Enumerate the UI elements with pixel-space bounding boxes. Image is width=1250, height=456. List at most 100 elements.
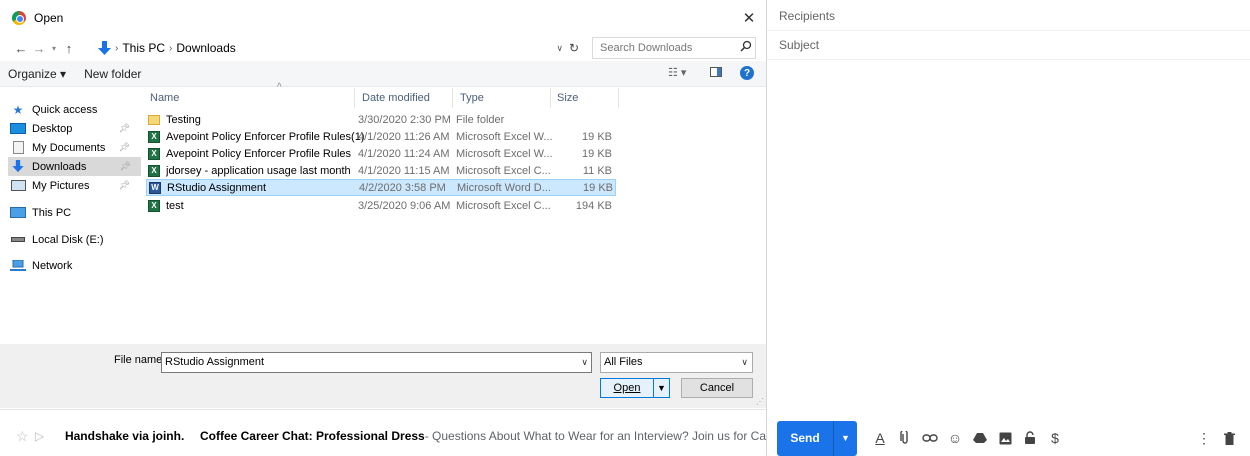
sidebar-item-label: Quick access bbox=[32, 103, 98, 116]
excel-file-icon: X bbox=[148, 130, 160, 143]
file-name: test bbox=[166, 199, 184, 212]
chevron-down-icon[interactable]: ∨ bbox=[581, 353, 588, 372]
help-icon[interactable]: ? bbox=[740, 66, 754, 80]
column-separator[interactable] bbox=[354, 88, 355, 108]
file-row[interactable]: X Avepoint Policy Enforcer Profile Rules… bbox=[146, 128, 616, 145]
drive-icon[interactable] bbox=[969, 427, 991, 449]
file-row-testing[interactable]: Testing 3/30/2020 2:30 PM File folder bbox=[146, 111, 616, 128]
file-row[interactable]: X jdorsey - application usage last month… bbox=[146, 162, 616, 179]
sidebar-item-quick-access[interactable]: ★ Quick access bbox=[10, 100, 140, 119]
pin-icon[interactable]: 📌︎ bbox=[119, 180, 130, 191]
sidebar-item-my-documents[interactable]: My Documents 📌︎ bbox=[10, 138, 140, 157]
compose-panel: Recipients Subject Send ▼ A ☺ $ ⋮ bbox=[766, 0, 1250, 456]
file-row[interactable]: X test 3/25/2020 9:06 AM Microsoft Excel… bbox=[146, 197, 616, 214]
file-row[interactable]: X Avepoint Policy Enforcer Profile Rules… bbox=[146, 145, 616, 162]
address-bar[interactable]: › This PC › Downloads ∨ ↻ bbox=[94, 37, 586, 59]
forward-arrow-icon[interactable]: → bbox=[30, 41, 48, 56]
file-size: 11 KB bbox=[582, 164, 612, 177]
search-icon[interactable] bbox=[740, 40, 760, 55]
new-folder-button[interactable]: New folder bbox=[84, 67, 141, 81]
command-bar: Organize ▾ New folder ☷ ▾ ? bbox=[0, 61, 766, 87]
breadcrumb-this-pc[interactable]: This PC bbox=[122, 41, 165, 55]
attach-icon[interactable] bbox=[894, 427, 916, 449]
download-arrow-icon bbox=[97, 40, 111, 56]
file-type: Microsoft Excel C... bbox=[456, 164, 551, 177]
emoji-icon[interactable]: ☺ bbox=[944, 427, 966, 449]
navigation-pane: ★ Quick access Desktop 📌︎ My Documents 📌… bbox=[0, 88, 142, 343]
dollar-icon[interactable]: $ bbox=[1044, 427, 1066, 449]
subject-field[interactable]: Subject bbox=[767, 31, 1250, 60]
more-options-icon[interactable]: ⋮ bbox=[1193, 427, 1215, 449]
dialog-footer: File name: RStudio Assignment ∨ All File… bbox=[0, 344, 766, 408]
word-file-icon: W bbox=[149, 181, 161, 194]
recent-locations-icon[interactable]: ▾ bbox=[48, 44, 60, 53]
file-type: File folder bbox=[456, 113, 505, 126]
breadcrumb-downloads[interactable]: Downloads bbox=[176, 41, 235, 55]
computer-icon bbox=[10, 207, 26, 219]
view-options-icon[interactable]: ☷ ▾ bbox=[668, 66, 686, 79]
sidebar-item-desktop[interactable]: Desktop 📌︎ bbox=[10, 119, 140, 138]
navigation-bar: ← → ▾ ↑ › This PC › Downloads ∨ ↻ Search… bbox=[0, 37, 766, 59]
file-date: 4/1/2020 11:26 AM bbox=[358, 130, 450, 143]
file-type: Microsoft Excel W... bbox=[456, 147, 553, 160]
address-dropdown-icon[interactable]: ∨ bbox=[556, 43, 563, 54]
file-type-filter-value: All Files bbox=[604, 356, 643, 368]
sidebar-item-my-pictures[interactable]: My Pictures 📌︎ bbox=[10, 176, 140, 195]
back-arrow-icon[interactable]: ← bbox=[12, 41, 30, 56]
file-name: Testing bbox=[166, 113, 201, 126]
sidebar-item-label: My Pictures bbox=[32, 179, 90, 192]
pin-icon[interactable]: 📌︎ bbox=[120, 161, 131, 172]
file-name-label: File name: bbox=[114, 354, 166, 366]
inbox-row-sender: Handshake via joinh. bbox=[64, 429, 185, 443]
file-list: ^ Name Date modified Type Size Testing 3… bbox=[142, 82, 762, 343]
photo-icon[interactable] bbox=[994, 427, 1016, 449]
link-icon[interactable] bbox=[919, 427, 941, 449]
column-header-name[interactable]: Name bbox=[150, 88, 179, 108]
recipients-field[interactable]: Recipients bbox=[767, 2, 1250, 31]
pin-icon[interactable]: 📌︎ bbox=[119, 142, 130, 153]
file-name: RStudio Assignment bbox=[167, 181, 267, 194]
pin-icon[interactable]: 📌︎ bbox=[119, 123, 130, 134]
disk-icon bbox=[10, 234, 26, 246]
search-input[interactable]: Search Downloads bbox=[592, 37, 756, 59]
refresh-icon[interactable]: ↻ bbox=[569, 41, 579, 55]
inbox-row[interactable]: ☆ ▷ Handshake via joinh. Coffee Career C… bbox=[0, 421, 766, 451]
inbox-row-subject: Coffee Career Chat: Professional Dress bbox=[199, 429, 425, 443]
file-row-selected[interactable]: W RStudio Assignment 4/2/2020 3:58 PM Mi… bbox=[146, 179, 616, 196]
sidebar-item-label: My Documents bbox=[32, 141, 106, 154]
open-options-icon[interactable]: ▼ bbox=[653, 379, 669, 397]
file-size: 19 KB bbox=[583, 181, 613, 194]
preview-pane-icon[interactable] bbox=[710, 67, 722, 77]
file-size: 194 KB bbox=[575, 199, 612, 212]
column-header-size[interactable]: Size bbox=[557, 88, 578, 108]
chevron-down-icon[interactable]: ∨ bbox=[741, 353, 748, 372]
sidebar-item-network[interactable]: Network bbox=[10, 256, 140, 275]
resize-grip-icon[interactable]: ⋰ bbox=[756, 397, 764, 406]
sidebar-item-downloads[interactable]: Downloads 📌︎ bbox=[8, 157, 141, 176]
up-arrow-icon[interactable]: ↑ bbox=[60, 41, 78, 56]
send-button[interactable]: Send bbox=[777, 420, 833, 456]
column-separator[interactable] bbox=[618, 88, 619, 108]
file-type-filter[interactable]: All Files ∨ bbox=[600, 352, 753, 373]
column-separator[interactable] bbox=[550, 88, 551, 108]
sidebar-item-local-disk[interactable]: Local Disk (E:) bbox=[10, 230, 140, 249]
important-marker-icon[interactable]: ▷ bbox=[35, 429, 53, 443]
sidebar-item-this-pc[interactable]: This PC bbox=[10, 203, 140, 222]
column-header-date[interactable]: Date modified bbox=[362, 88, 430, 108]
file-name-input[interactable]: RStudio Assignment ∨ bbox=[161, 352, 592, 373]
file-name: Avepoint Policy Enforcer Profile Rules bbox=[166, 147, 352, 160]
column-header-type[interactable]: Type bbox=[460, 88, 484, 108]
send-options-icon[interactable]: ▼ bbox=[833, 420, 857, 456]
file-date: 4/2/2020 3:58 PM bbox=[359, 181, 446, 194]
close-icon[interactable]: ✕ bbox=[738, 7, 760, 29]
file-name: Avepoint Policy Enforcer Profile Rules(1… bbox=[166, 130, 365, 143]
cancel-button[interactable]: Cancel bbox=[681, 378, 753, 398]
formatting-icon[interactable]: A bbox=[869, 427, 891, 449]
organize-menu[interactable]: Organize ▾ bbox=[8, 67, 66, 81]
open-button[interactable]: Open ▼ bbox=[600, 378, 670, 398]
trash-icon[interactable] bbox=[1218, 427, 1240, 449]
star-icon[interactable]: ☆ bbox=[16, 428, 31, 445]
confidential-mode-icon[interactable] bbox=[1019, 427, 1041, 449]
column-separator[interactable] bbox=[452, 88, 453, 108]
inbox-divider bbox=[0, 409, 766, 410]
